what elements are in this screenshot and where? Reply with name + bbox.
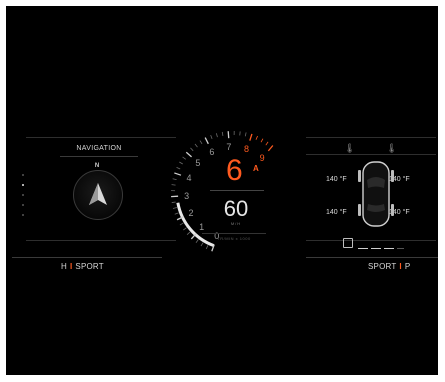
- navigation-title-underline: [60, 156, 138, 157]
- compass: [73, 170, 123, 220]
- rpm-label-line: [202, 233, 266, 234]
- oil-temperature-icon: 🌡︎: [344, 143, 356, 153]
- left-mode-separator: I: [69, 262, 73, 271]
- gauge-minor-tick: [221, 131, 224, 136]
- gear-mode-indicator: A: [253, 164, 259, 173]
- instrument-cluster: NAVIGATION N H I SPORT SPORT I P 0123456789 …: [6, 6, 438, 375]
- gauge-tick-label: 4: [186, 173, 192, 184]
- right-panel-mid-line: [306, 154, 436, 155]
- left-panel-bottom-line: [26, 240, 176, 241]
- gauge-minor-tick: [200, 242, 204, 247]
- gauge-minor-tick: [172, 207, 177, 209]
- gauge-minor-tick: [176, 166, 181, 170]
- page-dot[interactable]: [22, 214, 24, 216]
- page-indicator[interactable]: [22, 174, 24, 224]
- gauge-major-tick: [249, 133, 253, 141]
- gauge-minor-tick: [215, 133, 218, 138]
- gauge-minor-tick: [186, 231, 191, 235]
- gauge-major-tick: [174, 172, 182, 176]
- car-icon: [358, 161, 394, 227]
- page-dot-active[interactable]: [22, 184, 24, 186]
- speed-readout: 60: [223, 196, 249, 221]
- gauge-minor-tick: [199, 140, 203, 145]
- left-mode-label: SPORT: [75, 262, 104, 271]
- gauge-major-tick: [267, 145, 274, 152]
- gauge-minor-tick: [205, 245, 209, 250]
- gauge-major-tick: [204, 137, 209, 145]
- fuel-icon: [343, 238, 353, 248]
- left-drive-letter: H: [61, 262, 67, 271]
- gauge-minor-tick: [171, 184, 176, 186]
- left-panel-top-line: [26, 137, 176, 138]
- left-panel-base-line: [12, 257, 162, 258]
- right-drive-mode: SPORT I P: [368, 262, 410, 271]
- fuel-segment: [384, 248, 394, 250]
- gauge-major-tick: [227, 131, 230, 139]
- gauge-tick-label: 8: [244, 144, 250, 155]
- page-dot[interactable]: [22, 174, 24, 176]
- gauge-tick-label: 3: [184, 190, 190, 201]
- right-drive-letter: P: [404, 262, 411, 271]
- coolant-temperature-icon: 🌡︎: [386, 143, 398, 153]
- gauge-minor-tick: [260, 138, 264, 143]
- left-drive-mode: H I SPORT: [61, 262, 104, 271]
- gear-indicator: 6: [226, 154, 243, 187]
- fuel-segment: [371, 248, 381, 250]
- gauge-tick-label: 6: [209, 146, 215, 157]
- car-top-view: [356, 158, 396, 230]
- gauge-minor-tick: [179, 161, 183, 165]
- gauge-minor-tick: [183, 227, 187, 231]
- page-dot[interactable]: [22, 204, 24, 206]
- gauge-minor-tick: [174, 212, 179, 215]
- rpm-label: TR/MIN x 1000: [217, 236, 251, 241]
- gauge-tick-label: 5: [195, 157, 201, 168]
- gauge-major-tick: [185, 151, 192, 158]
- gauge-tick-label: 2: [188, 207, 194, 218]
- fuel-segment: [358, 248, 368, 250]
- gauge-minor-tick: [182, 156, 187, 160]
- right-mode-separator: I: [399, 262, 402, 271]
- compass-heading-label: N: [94, 163, 100, 169]
- right-panel-top-line: [306, 137, 436, 138]
- gauge-minor-tick: [179, 222, 184, 226]
- gear-underline: [210, 190, 264, 191]
- gauge-tick-label: 1: [199, 222, 205, 233]
- page-dot[interactable]: [22, 194, 24, 196]
- gauge-minor-tick: [194, 143, 198, 148]
- right-mode-label: SPORT: [368, 262, 397, 271]
- gauge-minor-tick: [255, 135, 258, 140]
- fuel-level-bar: [358, 240, 407, 258]
- speed-unit: M/H: [230, 221, 242, 226]
- gauge-minor-tick: [210, 135, 213, 140]
- gauge-minor-tick: [171, 201, 176, 203]
- fuel-segment: [397, 248, 404, 250]
- gauge-minor-tick: [190, 147, 194, 152]
- tire-temp-front-left: 140 °F: [326, 176, 347, 183]
- gauge-tick-label: 7: [226, 142, 232, 153]
- gauge-tick-label: 9: [259, 152, 265, 163]
- tire-temp-rear-left: 140 °F: [326, 209, 347, 216]
- gauge-minor-tick: [265, 141, 269, 146]
- gauge-minor-tick: [172, 178, 177, 181]
- navigation-title: NAVIGATION: [76, 145, 122, 152]
- navigation-arrow-icon: [89, 183, 107, 205]
- gauge-minor-tick: [244, 132, 247, 137]
- gauge-minor-tick: [195, 239, 199, 243]
